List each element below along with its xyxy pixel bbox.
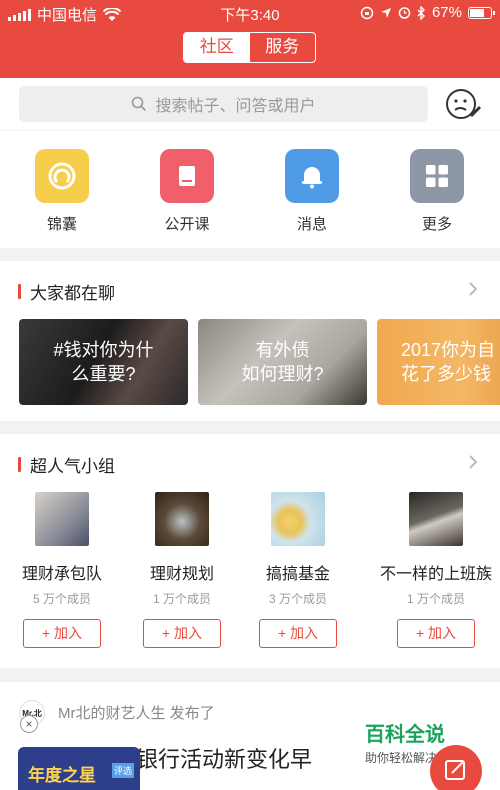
watermark-title: 百科全说 [365,724,445,746]
group-name: 理财规划 [149,566,214,583]
section-title: 大家都在聊 [30,284,115,303]
group-member-count: 3 万个成员 [268,592,327,606]
topic-line1: #钱对你为什 [53,340,154,360]
popular-groups-section: 超人气小组 理财承包队 5 万个成员 + 加入 理财规划 1 万个成员 + 加入… [0,434,500,668]
group-image [409,492,463,546]
section-accent-bar [18,457,21,472]
search-input[interactable]: 搜索帖子、问答或用户 [19,86,428,122]
tab-community[interactable]: 社区 [184,33,250,62]
join-group-button[interactable]: + 加入 [23,619,101,648]
compose-button[interactable] [430,745,482,790]
hot-topics-section: 大家都在聊 #钱对你为什 么重要? 有外债如何理财? 2017你为自 花了多少钱 [0,261,500,421]
quick-item-label: 公开课 [164,216,210,233]
topic-card[interactable]: 有外债如何理财? [198,319,367,405]
quick-entry-grid: 锦囊 公开课 消息 更多 [0,131,500,248]
topic-line2: 如何理财? [241,364,324,384]
rotation-lock-icon [360,6,374,19]
quick-item-open-course[interactable]: 公开课 [147,149,227,234]
post-title: 银行活动新变化早 [136,747,313,772]
badge-small: 评选 [111,763,134,778]
quick-item-label: 锦囊 [46,216,77,233]
topic-card[interactable]: 2017你为自 花了多少钱 [377,319,500,405]
search-icon [132,96,147,112]
group-card[interactable]: 理财承包队 5 万个成员 + 加入 [3,492,121,648]
search-placeholder: 搜索帖子、问答或用户 [155,98,316,115]
chevron-right-icon[interactable] [466,455,480,469]
chevron-right-icon[interactable] [466,282,480,296]
section-header[interactable]: 超人气小组 [18,452,115,477]
section-accent-bar [18,284,21,299]
header-segmented-control: 社区 服务 [183,32,316,63]
group-member-count: 1 万个成员 [406,592,465,606]
post-meta: Mr北的财艺人生 发布了 [58,705,215,722]
section-title: 超人气小组 [30,457,115,476]
group-card[interactable]: 搞搞基金 3 万个成员 + 加入 [239,492,357,648]
topic-line2: 么重要? [71,364,136,384]
group-name: 不一样的上班族 [379,566,492,583]
bell-icon [285,149,339,203]
group-member-count: 5 万个成员 [32,592,91,606]
join-group-button[interactable]: + 加入 [143,619,221,648]
quick-item-label: 更多 [421,216,452,233]
feedback-face-icon[interactable] [444,85,482,123]
search-row: 搜索帖子、问答或用户 [0,78,500,130]
section-header[interactable]: 大家都在聊 [18,279,115,304]
group-card[interactable]: 不一样的上班族 1 万个成员 + 加入 [377,492,495,648]
quick-item-pouch[interactable]: 锦囊 [22,149,102,234]
quick-item-messages[interactable]: 消息 [272,149,352,234]
group-image [35,492,89,546]
app-header: 中国电信 下午3:40 67% 社区 服务 [0,0,500,78]
battery-icon [468,6,495,19]
alarm-icon [398,7,411,19]
group-card[interactable]: 理财规划 1 万个成员 + 加入 [123,492,241,648]
group-image [271,492,325,546]
topic-line2: 花了多少钱 [401,364,491,384]
location-icon [380,7,391,18]
tab-services[interactable]: 服务 [250,33,316,62]
grid-icon [410,149,464,203]
status-bar: 中国电信 下午3:40 67% [0,0,500,26]
topic-line1: 有外债 [255,340,310,360]
group-image [155,492,209,546]
join-group-button[interactable]: + 加入 [397,619,475,648]
close-icon[interactable]: × [20,715,38,733]
edit-icon [445,760,465,780]
group-name: 理财承包队 [21,566,102,583]
battery-percent: 67% [431,4,462,21]
group-name: 搞搞基金 [265,566,330,583]
star-of-year-badge[interactable]: 年度之星 评选 [18,747,140,790]
group-member-count: 1 万个成员 [152,592,211,606]
badge-title: 年度之星 [28,766,96,785]
bluetooth-icon [417,5,425,20]
book-icon [160,149,214,203]
topic-line1: 2017你为自 [401,340,496,360]
quick-item-more[interactable]: 更多 [397,149,477,234]
topic-card[interactable]: #钱对你为什 么重要? [19,319,188,405]
pouch-icon [35,149,89,203]
join-group-button[interactable]: + 加入 [259,619,337,648]
quick-item-label: 消息 [296,216,327,233]
